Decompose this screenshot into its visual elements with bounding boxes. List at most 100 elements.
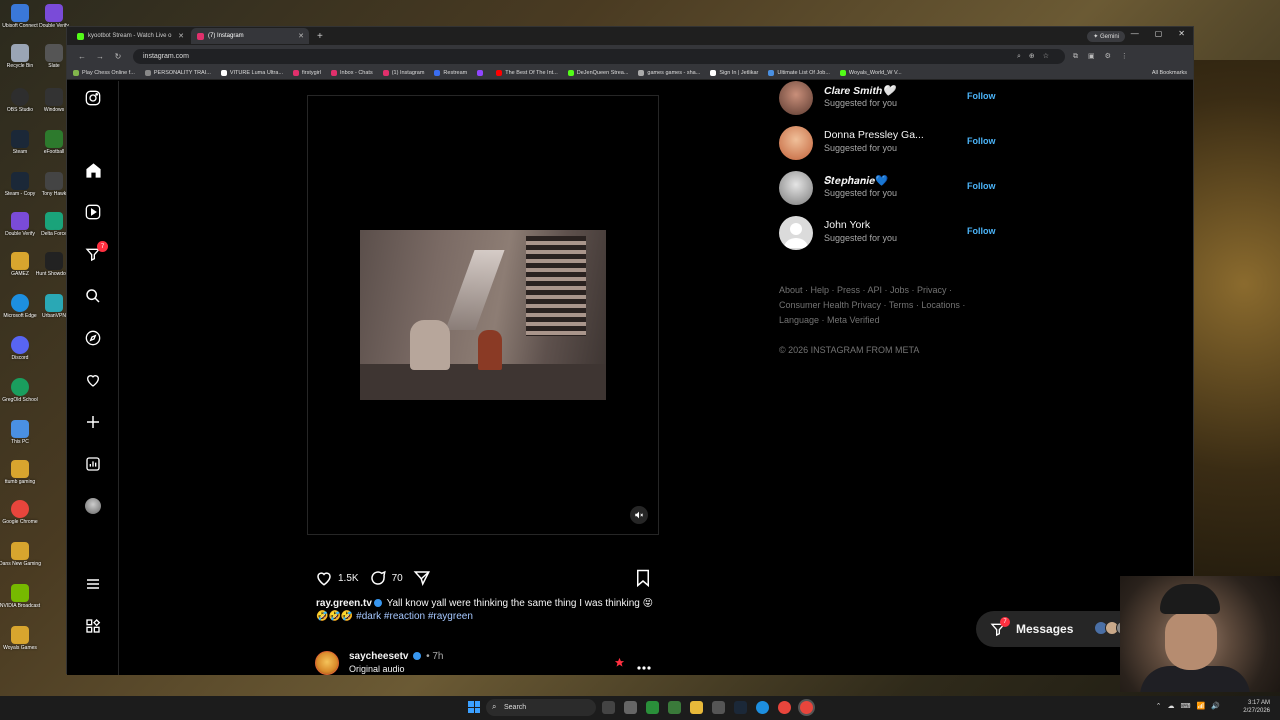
close-window-icon[interactable]: ✕ bbox=[1178, 29, 1185, 38]
follow-button[interactable]: Follow bbox=[967, 226, 996, 236]
system-clock[interactable]: 3:17 AM 2/27/2026 bbox=[1243, 699, 1270, 715]
search-icon[interactable] bbox=[84, 287, 102, 305]
tab-instagram[interactable]: (7) Instagram ✕ bbox=[191, 28, 309, 44]
bookmark-item[interactable]: PERSONALITY TRAI... bbox=[144, 70, 211, 76]
bookmark-item[interactable]: Play Chess Online f... bbox=[73, 70, 135, 76]
maximize-icon[interactable]: ▢ bbox=[1155, 29, 1163, 38]
desktop-icon[interactable]: Dans New Gaming bbox=[0, 542, 41, 567]
desktop-icon[interactable]: Recycle Bin bbox=[2, 44, 38, 69]
extension-icons[interactable]: ⧉▣⚙⋮ bbox=[1073, 52, 1138, 61]
edge-icon[interactable] bbox=[756, 701, 769, 714]
settings-icon[interactable] bbox=[624, 701, 637, 714]
all-bookmarks-button[interactable]: All Bookmarks bbox=[1152, 70, 1187, 76]
mute-icon[interactable] bbox=[630, 506, 648, 524]
app-icon[interactable] bbox=[712, 701, 725, 714]
bookmark-item[interactable]: The Best Of The Int... bbox=[496, 70, 558, 76]
bookmark-item[interactable]: Inbox - Chats bbox=[330, 70, 373, 76]
more-menu-icon[interactable] bbox=[84, 575, 102, 593]
bookmark-item[interactable]: Sign In | Jetlikar bbox=[710, 70, 758, 76]
footer-line[interactable]: Consumer Health Privacy · Terms · Locati… bbox=[779, 298, 969, 313]
desktop-icon[interactable]: GAMEZ bbox=[2, 252, 38, 277]
file-explorer-icon[interactable] bbox=[690, 701, 703, 714]
like-button[interactable]: 1.5K bbox=[315, 569, 359, 587]
windows-start-icon[interactable] bbox=[468, 701, 480, 713]
desktop-icon[interactable]: Discord bbox=[2, 336, 38, 361]
next-post-username[interactable]: saycheesetv • 7h bbox=[349, 651, 443, 662]
new-tab-button[interactable]: + bbox=[317, 31, 323, 42]
desktop-icon[interactable]: Ubisoft Connect bbox=[2, 4, 38, 29]
chrome-icon[interactable] bbox=[778, 701, 791, 714]
profile-avatar[interactable] bbox=[84, 497, 102, 515]
desktop-icon[interactable]: Double Verify bbox=[2, 212, 38, 237]
dashboard-icon[interactable] bbox=[84, 455, 102, 473]
avatar[interactable] bbox=[315, 651, 339, 675]
desktop-icon[interactable]: Steam bbox=[2, 130, 38, 155]
also-from-meta-icon[interactable] bbox=[84, 617, 102, 635]
bookmark-item[interactable]: Restream bbox=[434, 70, 467, 76]
desktop-icon[interactable]: GregOld School bbox=[2, 378, 38, 403]
explore-icon[interactable] bbox=[84, 329, 102, 347]
bookmark-item[interactable]: Ultimate List Of Job... bbox=[768, 70, 830, 76]
comment-button[interactable]: 70 bbox=[369, 569, 403, 587]
steam-icon[interactable] bbox=[734, 701, 747, 714]
minimize-icon[interactable]: — bbox=[1131, 29, 1139, 38]
address-tools-icons[interactable]: ⌕⊕☆ bbox=[1017, 52, 1057, 61]
avatar[interactable] bbox=[779, 81, 813, 115]
follow-button[interactable]: Follow bbox=[967, 136, 996, 146]
bookmark-item[interactable]: (1) Instagram bbox=[382, 70, 424, 76]
save-button[interactable] bbox=[635, 569, 651, 592]
desktop-icon[interactable]: Steam - Copy bbox=[2, 172, 38, 197]
taskbar-search[interactable]: ⌕ Search bbox=[486, 699, 596, 716]
instagram-logo-icon[interactable] bbox=[84, 89, 102, 107]
url-field[interactable]: instagram.com ⌕⊕☆ bbox=[133, 48, 1065, 64]
suggestion-name[interactable]: Clare Smith🤍 bbox=[824, 84, 895, 97]
gemini-button[interactable]: ✦ Gemini bbox=[1087, 31, 1125, 42]
app-icon[interactable] bbox=[668, 701, 681, 714]
system-tray-icons[interactable]: ⌃☁⌨📶🔊 bbox=[1156, 702, 1226, 710]
follow-button[interactable]: Follow bbox=[967, 181, 996, 191]
app-icon[interactable] bbox=[646, 701, 659, 714]
avatar[interactable] bbox=[779, 171, 813, 205]
audio-label[interactable]: Original audio bbox=[349, 664, 405, 674]
forward-icon[interactable]: → bbox=[91, 52, 109, 61]
home-icon[interactable] bbox=[84, 161, 102, 179]
bookmark-item[interactable] bbox=[477, 70, 486, 76]
notifications-icon[interactable]: 7 bbox=[84, 241, 108, 263]
bookmark-item[interactable]: DeJenQueen Strea... bbox=[567, 70, 628, 76]
desktop-icon[interactable]: ttumb gaming bbox=[2, 460, 38, 485]
close-tab-icon[interactable]: ✕ bbox=[298, 32, 304, 40]
task-view-icon[interactable] bbox=[602, 701, 615, 714]
suggestion-subtitle: Suggested for you bbox=[824, 98, 898, 108]
avatar[interactable] bbox=[779, 126, 813, 160]
desktop-icon[interactable]: Google Chrome bbox=[2, 500, 38, 525]
suggestion-name[interactable]: 𝑺𝒕𝒆𝒑𝒉𝒂𝒏𝒊𝒆💙 bbox=[824, 174, 888, 188]
desktop-icon[interactable]: This PC bbox=[2, 420, 38, 445]
suggestion-name[interactable]: John York bbox=[824, 219, 870, 231]
more-options-icon[interactable] bbox=[637, 657, 651, 675]
suggestion-name[interactable]: Donna Pressley Ga... bbox=[824, 129, 924, 141]
desktop-icon[interactable]: NVIDIA Broadcast bbox=[0, 584, 40, 609]
desktop-icon[interactable]: OBS Studio bbox=[2, 88, 38, 113]
desktop-icon[interactable]: Microsoft Edge bbox=[2, 294, 38, 319]
post-video[interactable] bbox=[307, 95, 659, 535]
footer-line[interactable]: About · Help · Press · API · Jobs · Priv… bbox=[779, 283, 969, 298]
bookmark-item[interactable]: games games - sha... bbox=[638, 70, 700, 76]
chrome-active-icon[interactable] bbox=[800, 701, 813, 714]
bookmark-item[interactable]: Woyals_World_W V... bbox=[839, 70, 902, 76]
tab-kick-stream[interactable]: kyootbot Stream - Watch Live o ✕ bbox=[71, 28, 189, 44]
bookmark-item[interactable]: VITURE Luma Ultra... bbox=[220, 70, 283, 76]
avatar[interactable] bbox=[779, 216, 813, 250]
back-icon[interactable]: ← bbox=[73, 52, 91, 61]
caption-hashtags[interactable]: #dark #reaction #raygreen bbox=[356, 611, 473, 622]
follow-button[interactable]: Follow bbox=[967, 91, 996, 101]
caption-username[interactable]: ray.green.tv bbox=[316, 598, 372, 609]
bookmark-item[interactable]: firstygirl bbox=[293, 70, 321, 76]
footer-line[interactable]: Language · Meta Verified bbox=[779, 313, 969, 328]
reels-icon[interactable] bbox=[84, 203, 102, 221]
share-button[interactable] bbox=[413, 569, 436, 587]
reload-icon[interactable]: ↻ bbox=[109, 52, 127, 61]
desktop-icon[interactable]: Woyals Games bbox=[2, 626, 38, 651]
close-tab-icon[interactable]: ✕ bbox=[178, 32, 184, 40]
create-icon[interactable] bbox=[84, 413, 102, 431]
heart-icon[interactable] bbox=[84, 371, 102, 389]
